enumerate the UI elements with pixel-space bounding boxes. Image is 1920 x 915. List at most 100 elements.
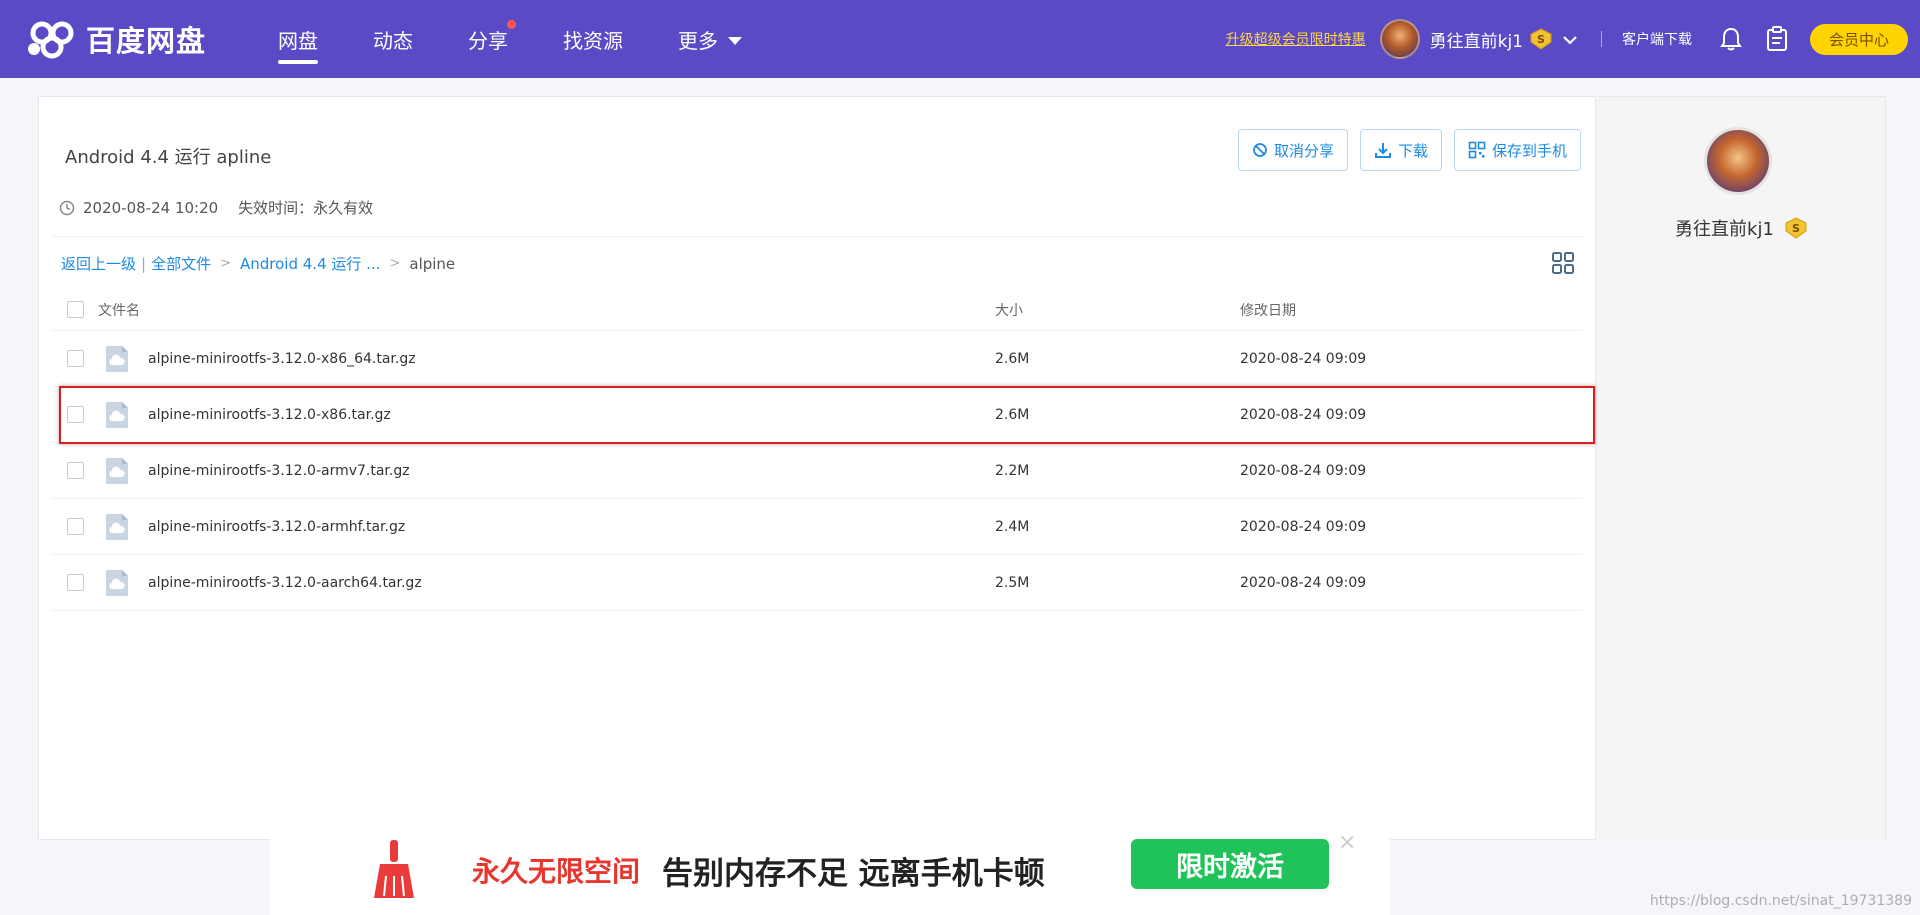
watermark: https://blog.csdn.net/sinat_19731389 xyxy=(1649,893,1912,909)
main-nav: 网盘 动态 分享 找资源 更多 xyxy=(278,0,797,78)
cloud-logo-icon xyxy=(28,21,74,59)
table-row[interactable]: alpine-minirootfs-3.12.0-x86.tar.gz 2.6M… xyxy=(51,387,1583,443)
row-checkbox[interactable] xyxy=(67,574,84,591)
vip-center-button[interactable]: 会员中心 xyxy=(1810,23,1908,55)
button-label: 取消分享 xyxy=(1273,141,1334,160)
bell-icon[interactable] xyxy=(1718,26,1744,52)
sharer-name-row: 勇往直前kj1 S xyxy=(1598,215,1885,241)
file-name[interactable]: alpine-minirootfs-3.12.0-armv7.tar.gz xyxy=(148,463,410,479)
table-row[interactable]: alpine-minirootfs-3.12.0-aarch64.tar.gz … xyxy=(51,555,1583,611)
caret-down-icon xyxy=(728,36,742,45)
nav-find-resources[interactable]: 找资源 xyxy=(563,0,623,78)
svg-text:S: S xyxy=(1537,33,1545,46)
compressed-file-icon xyxy=(106,345,128,372)
logo-text: 百度网盘 xyxy=(86,24,207,58)
compressed-file-icon xyxy=(106,513,128,540)
breadcrumb-separator: | xyxy=(141,254,147,273)
breadcrumb-back-link[interactable]: 返回上一级 xyxy=(61,253,136,274)
nav-label: 找资源 xyxy=(563,28,623,53)
header-divider xyxy=(1601,31,1602,47)
breadcrumb-current: alpine xyxy=(409,254,456,273)
client-download-link[interactable]: 客户端下载 xyxy=(1622,29,1692,49)
notification-dot xyxy=(507,20,516,29)
clipboard-icon[interactable] xyxy=(1764,26,1790,52)
broom-icon xyxy=(374,840,414,898)
column-date: 修改日期 xyxy=(1240,302,1296,319)
table-row[interactable]: alpine-minirootfs-3.12.0-armv7.tar.gz 2.… xyxy=(51,443,1583,499)
share-expire-time: 失效时间：永久有效 xyxy=(238,199,374,217)
file-size: 2.2M xyxy=(995,462,1030,479)
compressed-file-icon xyxy=(106,457,128,484)
breadcrumb-all-files[interactable]: 全部文件 xyxy=(151,253,211,274)
file-name[interactable]: alpine-minirootfs-3.12.0-x86.tar.gz xyxy=(148,407,391,423)
button-label: 保存到手机 xyxy=(1491,141,1567,160)
save-to-phone-button[interactable]: 保存到手机 xyxy=(1453,129,1581,171)
file-name[interactable]: alpine-minirootfs-3.12.0-armhf.tar.gz xyxy=(148,519,405,535)
header-username[interactable]: 勇往直前kj1 xyxy=(1430,27,1523,52)
file-date: 2020-08-24 09:09 xyxy=(1240,350,1367,367)
vip-badge-icon: S xyxy=(1785,217,1807,239)
file-name[interactable]: alpine-minirootfs-3.12.0-x86_64.tar.gz xyxy=(148,351,416,367)
nav-activity[interactable]: 动态 xyxy=(373,0,413,78)
file-size: 2.6M xyxy=(995,406,1030,423)
clock-icon xyxy=(59,200,75,215)
ban-icon xyxy=(1253,143,1267,157)
nav-netdisk[interactable]: 网盘 xyxy=(278,0,318,78)
nav-more[interactable]: 更多 xyxy=(678,0,742,78)
file-date: 2020-08-24 09:09 xyxy=(1240,518,1367,535)
column-name: 文件名 xyxy=(98,302,140,319)
nav-share[interactable]: 分享 xyxy=(468,0,516,78)
vip-promo-link[interactable]: 升级超级会员限时特惠 xyxy=(1226,29,1366,49)
breadcrumb-arrow: > xyxy=(220,256,231,271)
nav-label: 更多 xyxy=(678,28,718,53)
file-size: 2.4M xyxy=(995,518,1030,535)
file-size: 2.6M xyxy=(995,350,1030,367)
qr-code-icon xyxy=(1468,141,1486,159)
share-created-time: 2020-08-24 10:20 xyxy=(83,198,219,217)
nav-label: 动态 xyxy=(373,28,413,53)
baidu-netdisk-logo[interactable]: 百度网盘 xyxy=(24,18,206,60)
grid-view-icon[interactable] xyxy=(1551,251,1575,275)
select-all-checkbox[interactable] xyxy=(67,301,84,318)
breadcrumb-arrow: > xyxy=(389,256,401,271)
column-size: 大小 xyxy=(995,302,1023,319)
promo-banner: 永久无限空间 告别内存不足 远离手机卡顿 限时激活 × xyxy=(270,828,1390,915)
share-meta: 2020-08-24 10:20 失效时间：永久有效 xyxy=(59,197,373,218)
sharer-profile-panel: 勇往直前kj1 S xyxy=(1598,96,1886,840)
nav-label: 分享 xyxy=(468,28,508,53)
file-size: 2.5M xyxy=(995,574,1030,591)
svg-text:S: S xyxy=(1792,222,1800,235)
file-name[interactable]: alpine-minirootfs-3.12.0-aarch64.tar.gz xyxy=(148,575,422,591)
row-checkbox[interactable] xyxy=(67,406,84,423)
top-navigation-bar: 百度网盘 网盘 动态 分享 找资源 更多 升级超级会员限时特惠 勇往直前kj1 … xyxy=(0,0,1920,78)
file-date: 2020-08-24 09:09 xyxy=(1240,574,1367,591)
share-file-panel: Android 4.4 运行 apline 2020-08-24 10:20 失… xyxy=(38,96,1596,840)
avatar[interactable] xyxy=(1704,127,1772,195)
sharer-username[interactable]: 勇往直前kj1 xyxy=(1675,215,1774,241)
table-row[interactable]: alpine-minirootfs-3.12.0-x86_64.tar.gz 2… xyxy=(51,331,1583,387)
close-icon[interactable]: × xyxy=(1338,830,1356,855)
button-label: 下载 xyxy=(1397,141,1428,160)
share-actions: 取消分享 下载 保存到手机 xyxy=(1226,129,1581,171)
cancel-share-button[interactable]: 取消分享 xyxy=(1237,129,1348,171)
table-row[interactable]: alpine-minirootfs-3.12.0-armhf.tar.gz 2.… xyxy=(51,499,1583,555)
avatar[interactable] xyxy=(1379,19,1420,59)
promo-headline-red: 永久无限空间 xyxy=(472,855,641,888)
nav-label: 网盘 xyxy=(278,28,318,53)
row-checkbox[interactable] xyxy=(67,462,84,479)
file-list: alpine-minirootfs-3.12.0-x86_64.tar.gz 2… xyxy=(51,331,1583,611)
divider xyxy=(51,236,1583,237)
share-title: Android 4.4 运行 apline xyxy=(65,147,272,168)
download-button[interactable]: 下载 xyxy=(1359,129,1442,171)
vip-badge-icon: S xyxy=(1530,28,1552,50)
row-checkbox[interactable] xyxy=(67,350,84,367)
download-icon xyxy=(1374,143,1391,158)
compressed-file-icon xyxy=(106,569,128,596)
row-checkbox[interactable] xyxy=(67,518,84,535)
file-date: 2020-08-24 09:09 xyxy=(1240,406,1367,423)
activate-now-button[interactable]: 限时激活 xyxy=(1131,839,1329,889)
breadcrumb: 返回上一级 | 全部文件 > Android 4.4 运行 ... > alpi… xyxy=(61,253,455,274)
chevron-down-icon[interactable] xyxy=(1563,30,1577,49)
file-list-header: 文件名 大小 修改日期 xyxy=(51,289,1583,331)
breadcrumb-parent-folder[interactable]: Android 4.4 运行 ... xyxy=(240,253,380,274)
